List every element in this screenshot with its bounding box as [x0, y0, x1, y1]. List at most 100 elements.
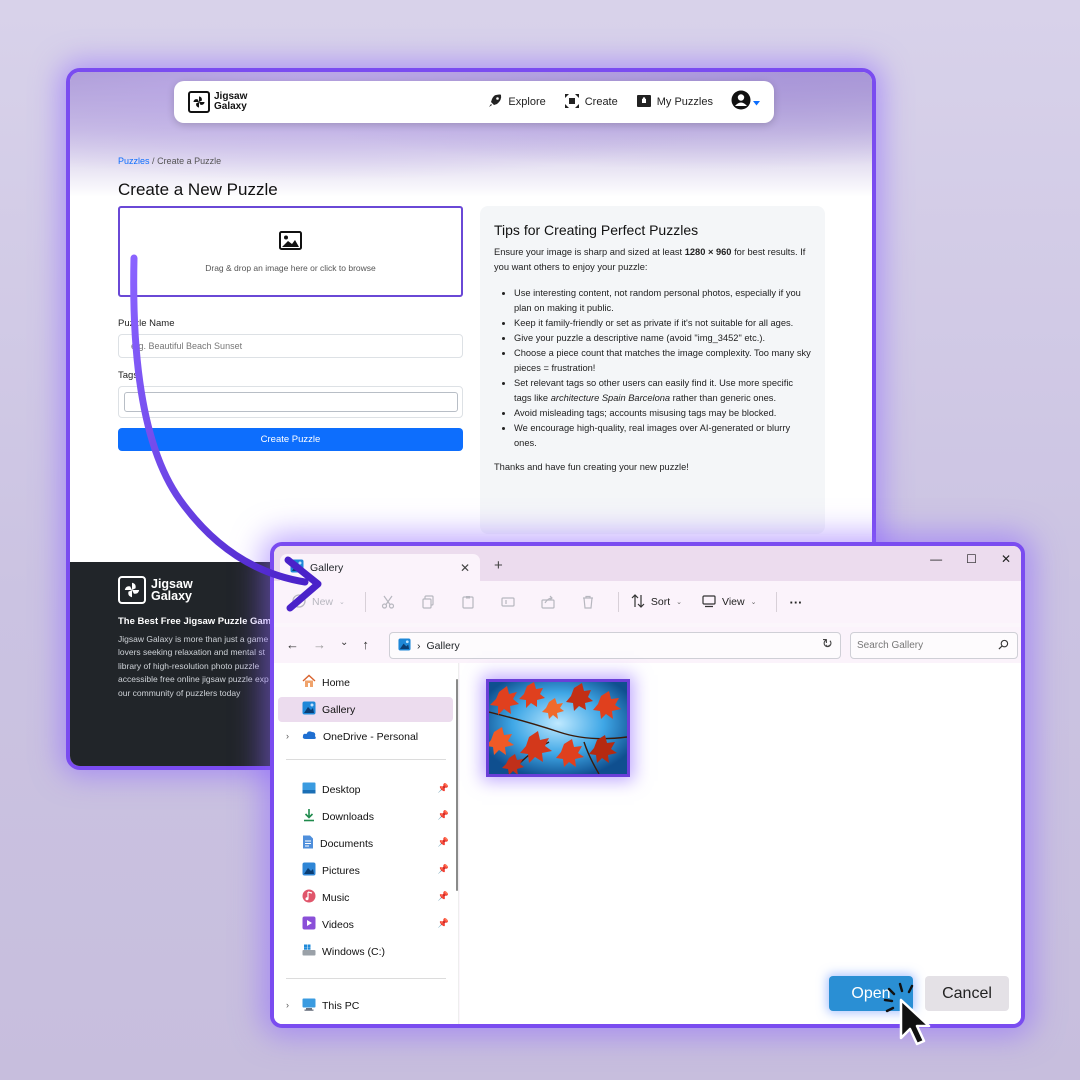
cancel-button[interactable]: Cancel — [925, 976, 1009, 1011]
recent-locations-chevron-icon[interactable]: ⌄ — [340, 637, 348, 652]
dropzone-text: Drag & drop an image here or click to br… — [205, 262, 376, 273]
tips-intro-size: 1280 × 960 — [684, 247, 732, 257]
toolbar-divider — [364, 592, 366, 612]
pin-icon[interactable]: 📌 — [438, 864, 449, 875]
address-location[interactable]: Gallery — [427, 640, 460, 652]
create-puzzle-button[interactable]: Create Puzzle — [118, 428, 463, 451]
chevron-down-icon: ⌄ — [339, 599, 345, 606]
pin-icon[interactable]: 📌 — [438, 810, 449, 821]
puzzle-piece-icon — [636, 93, 652, 112]
sidebar-item-videos[interactable]: Videos 📌 — [278, 912, 453, 937]
pin-icon[interactable]: 📌 — [438, 918, 449, 929]
sidebar-item-gallery[interactable]: Gallery — [278, 697, 453, 722]
chevron-right-icon[interactable]: › — [286, 731, 289, 741]
sidebar-item-home[interactable]: Home — [278, 670, 453, 695]
video-icon — [302, 916, 316, 933]
chevron-right-icon[interactable]: › — [286, 1000, 289, 1010]
tab-gallery[interactable]: Gallery ✕ — [280, 554, 480, 581]
sidebar-item-label: Home — [322, 676, 351, 689]
rename-icon[interactable] — [498, 592, 518, 612]
pin-icon[interactable]: 📌 — [438, 783, 449, 794]
sidebar-item-music[interactable]: Music 📌 — [278, 885, 453, 910]
drive-icon — [302, 944, 316, 959]
nav-create-label: Create — [584, 96, 618, 108]
sidebar-item-windows-c[interactable]: Windows (C:) — [278, 939, 453, 964]
more-options-icon[interactable]: ··· — [789, 595, 802, 610]
tips-item: Use interesting content, not random pers… — [514, 286, 811, 316]
breadcrumb-puzzles-link[interactable]: Puzzles — [118, 156, 150, 166]
footer-pinwheel-icon — [118, 576, 146, 604]
puzzle-name-input[interactable]: e.g. Beautiful Beach Sunset — [118, 334, 463, 358]
new-label: New — [312, 596, 334, 608]
breadcrumb-separator: / — [152, 156, 155, 166]
tips-item: Keep it family-friendly or set as privat… — [514, 316, 811, 331]
minimize-icon[interactable]: — — [930, 552, 942, 566]
nav-my-puzzles[interactable]: My Puzzles — [636, 93, 713, 112]
forward-arrow-icon[interactable]: → — [313, 637, 326, 652]
sidebar-item-label: Pictures — [322, 864, 360, 877]
sidebar-item-desktop[interactable]: Desktop 📌 — [278, 777, 453, 802]
tags-input[interactable] — [124, 392, 458, 412]
sidebar-item-downloads[interactable]: Downloads 📌 — [278, 804, 453, 829]
nav-divider — [286, 978, 446, 979]
window-controls: — ☐ ✕ — [930, 552, 1011, 566]
plus-circle-icon — [292, 593, 306, 611]
sidebar-item-label: OneDrive - Personal — [323, 730, 419, 743]
view-button[interactable]: View ⌄ — [702, 594, 756, 611]
new-tab-button[interactable]: + — [494, 557, 503, 574]
gallery-icon — [290, 559, 304, 576]
pictures-icon — [302, 862, 316, 879]
nav-create[interactable]: Create — [564, 93, 618, 112]
sidebar-item-this-pc[interactable]: › This PC — [278, 993, 453, 1018]
address-field[interactable]: › Gallery ⌄ — [389, 632, 841, 659]
cut-icon[interactable] — [378, 592, 398, 612]
chevron-down-icon: ⌄ — [750, 599, 757, 606]
nav-explore[interactable]: Explore — [487, 93, 546, 112]
tab-close-icon[interactable]: ✕ — [460, 561, 470, 575]
mouse-cursor-icon — [882, 980, 934, 1051]
sidebar-item-label: This PC — [322, 999, 360, 1012]
desktop-icon — [302, 782, 316, 797]
sidebar-item-label: Desktop — [322, 783, 361, 796]
navigation-scrollbar[interactable] — [456, 679, 458, 891]
sidebar-item-label: Downloads — [322, 810, 374, 823]
document-icon — [302, 835, 314, 852]
tips-item: We encourage high-quality, real images o… — [514, 421, 811, 451]
maximize-icon[interactable]: ☐ — [966, 552, 977, 566]
search-input[interactable]: Search Gallery — [850, 632, 1018, 659]
file-list-pane — [460, 663, 1021, 1024]
pin-icon[interactable]: 📌 — [438, 891, 449, 902]
sidebar-item-onedrive[interactable]: › OneDrive - Personal — [278, 724, 453, 749]
breadcrumb: Puzzles / Create a Puzzle — [118, 156, 221, 166]
search-placeholder: Search Gallery — [857, 640, 924, 651]
site-logo[interactable]: Jigsaw Galaxy — [188, 91, 247, 113]
navigation-pane: Home Gallery › OneDrive - Personal Deskt… — [274, 663, 459, 1024]
address-bar-row: ← → ⌄ ↑ › Gallery ⌄ ↻ Search Gallery — [274, 627, 1021, 663]
back-arrow-icon[interactable]: ← — [286, 637, 299, 652]
gallery-icon — [398, 637, 411, 654]
sidebar-item-label: Gallery — [322, 703, 356, 716]
pin-icon[interactable]: 📌 — [438, 837, 449, 848]
breadcrumb-current: Create a Puzzle — [157, 156, 222, 166]
close-icon[interactable]: ✕ — [1001, 552, 1011, 566]
sidebar-item-pictures[interactable]: Pictures 📌 — [278, 858, 453, 883]
image-dropzone[interactable]: Drag & drop an image here or click to br… — [118, 206, 463, 297]
page-title: Create a New Puzzle — [118, 180, 278, 199]
sort-button[interactable]: Sort ⌄ — [631, 593, 683, 611]
up-arrow-icon[interactable]: ↑ — [362, 637, 369, 652]
delete-icon[interactable] — [578, 592, 598, 612]
refresh-icon[interactable]: ↻ — [822, 636, 833, 652]
paste-icon[interactable] — [458, 592, 478, 612]
share-icon[interactable] — [538, 592, 558, 612]
tags-field[interactable] — [118, 386, 463, 418]
new-button[interactable]: New ⌄ — [292, 593, 345, 611]
sidebar-item-documents[interactable]: Documents 📌 — [278, 831, 453, 856]
file-open-dialog: Gallery ✕ + — ☐ ✕ New ⌄ Sort ⌄ View ⌄ ··… — [270, 542, 1025, 1028]
chevron-down-icon: ⌄ — [676, 599, 683, 606]
image-file-thumbnail[interactable] — [486, 679, 630, 777]
user-menu[interactable] — [731, 90, 760, 115]
tips-item5-tags: architecture Spain Barcelona — [550, 393, 671, 403]
copy-icon[interactable] — [418, 592, 438, 612]
autumn-leaves-image — [489, 682, 627, 774]
logo-pinwheel-icon — [188, 91, 210, 113]
